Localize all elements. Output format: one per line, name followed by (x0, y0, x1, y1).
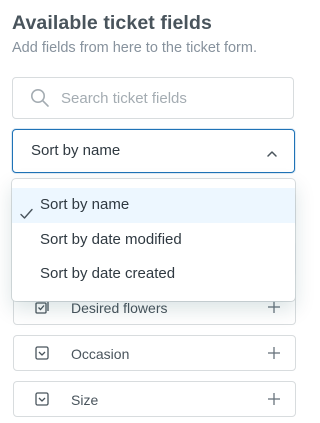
panel-title: Available ticket fields (12, 12, 212, 34)
sort-option-label: Sort by date created (40, 265, 176, 282)
sort-select-value: Sort by name (31, 142, 121, 159)
field-row-size[interactable]: Size (13, 381, 296, 417)
panel-subtitle: Add fields from here to the ticket form. (12, 40, 257, 56)
dropdown-field-icon (35, 392, 49, 411)
sort-dropdown-menu: Sort by name Sort by date modified Sort … (12, 179, 295, 301)
sort-option-name[interactable]: Sort by name (12, 188, 295, 223)
search-icon (30, 88, 50, 113)
sort-option-label: Sort by date modified (40, 230, 182, 248)
add-field-icon[interactable] (265, 344, 283, 367)
sort-select[interactable]: Sort by name (12, 129, 295, 173)
multiselect-icon (35, 300, 49, 319)
sort-option-date-created[interactable]: Sort by date created (12, 257, 295, 292)
field-name: Desired flowers (71, 300, 168, 316)
field-name: Size (71, 392, 99, 408)
search-input[interactable] (61, 87, 281, 109)
sort-option-label: Sort by name (40, 196, 130, 213)
add-field-icon[interactable] (265, 390, 283, 413)
field-name: Occasion (71, 346, 130, 362)
search-box[interactable] (12, 77, 294, 119)
chevron-up-icon (266, 146, 278, 164)
dropdown-field-icon (35, 346, 49, 365)
add-field-icon[interactable] (265, 298, 283, 321)
sort-option-date-modified[interactable]: Sort by date modified (12, 223, 295, 258)
field-row-occasion[interactable]: Occasion (13, 335, 296, 371)
